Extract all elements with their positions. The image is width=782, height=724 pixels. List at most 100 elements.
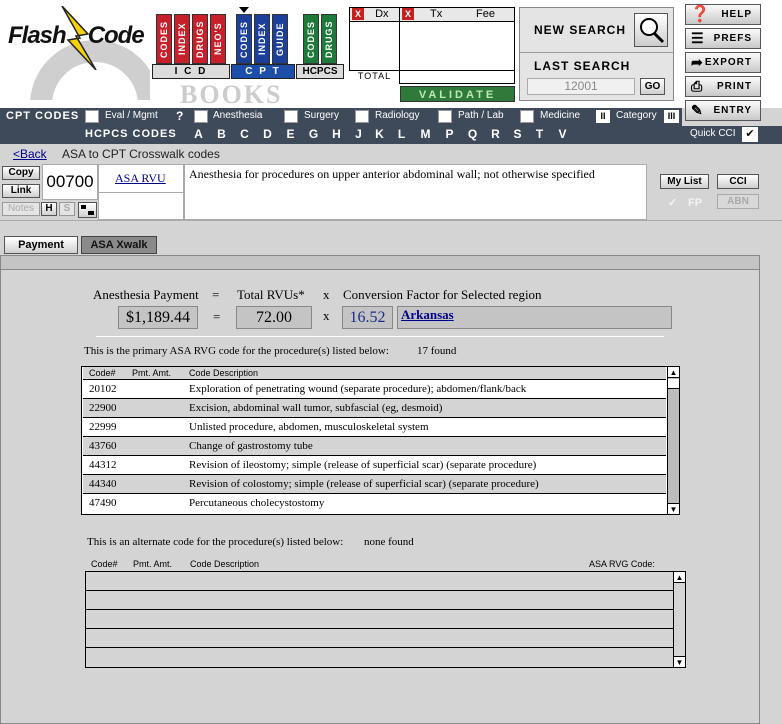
icd-drugs-book[interactable]: DRUGS xyxy=(192,14,208,64)
print-button[interactable]: ⎙ PRINT xyxy=(685,76,761,97)
validate-button[interactable]: VALIDATE xyxy=(400,86,515,102)
code-value: 00700 xyxy=(42,164,98,200)
tx-clear-icon[interactable]: X xyxy=(402,8,414,20)
alternate-caption: This is an alternate code for the proced… xyxy=(87,536,344,548)
copy-button[interactable]: Copy xyxy=(2,166,40,180)
icd-books[interactable]: CODES INDEX DRUGS NEO'S xyxy=(156,14,226,66)
hcpcs-letter-v[interactable]: V xyxy=(554,127,571,142)
prefs-icon: ☰ xyxy=(691,30,705,46)
modifier-button[interactable] xyxy=(78,202,97,218)
modifier-icon xyxy=(81,205,94,215)
hcpcs-letter-b[interactable]: B xyxy=(213,127,230,142)
path-lab-icon[interactable] xyxy=(438,110,452,123)
cpt-radiology[interactable]: Radiology xyxy=(375,110,419,121)
dx-clear-icon[interactable]: X xyxy=(352,8,364,20)
tab-cpt[interactable]: C P T xyxy=(231,64,295,79)
cpt-index-book[interactable]: INDEX xyxy=(254,14,270,64)
cpt-path-lab[interactable]: Path / Lab xyxy=(458,110,504,121)
hcpcs-letter-c[interactable]: C xyxy=(236,127,253,142)
cpt-category[interactable]: Category xyxy=(616,110,657,121)
table-row[interactable]: 44340 Revision of colostomy; simple (rele… xyxy=(83,475,666,494)
tab-asa-xwalk[interactable]: ASA Xwalk xyxy=(81,236,157,254)
hcpcs-letter-k[interactable]: K xyxy=(371,127,388,142)
category-2-icon[interactable]: II xyxy=(596,110,610,123)
new-search-label[interactable]: NEW SEARCH xyxy=(534,23,626,37)
quick-cci-label[interactable]: Quick CCI xyxy=(690,128,736,139)
cpt-medicine[interactable]: Medicine xyxy=(540,110,580,121)
cpt-codes-book[interactable]: CODES xyxy=(236,14,252,64)
hcpcs-letter-j[interactable]: J xyxy=(350,127,367,142)
go-button[interactable]: GO xyxy=(640,78,665,95)
hcpcs-codes-book[interactable]: CODES xyxy=(303,14,319,64)
hcpcs-letter-h[interactable]: H xyxy=(328,127,345,142)
help-button[interactable]: ❓ HELP xyxy=(685,4,761,25)
table-row[interactable]: 43760 Change of gastrostomy tube xyxy=(83,437,666,456)
hcpcs-letter-q[interactable]: Q xyxy=(464,127,481,142)
category-3-icon[interactable]: III xyxy=(664,110,679,123)
region-select[interactable]: Arkansas xyxy=(397,306,672,329)
hcpcs-letter-m[interactable]: M xyxy=(417,127,434,142)
cpt-guide-book[interactable]: GUIDE xyxy=(272,14,288,64)
radiology-icon[interactable] xyxy=(355,110,369,123)
cpt-anesthesia[interactable]: Anesthesia xyxy=(213,110,262,121)
region-link[interactable]: Arkansas xyxy=(401,307,454,322)
help-question-icon[interactable]: ? xyxy=(176,109,183,123)
abn-button[interactable]: ABN xyxy=(717,194,759,209)
tab-icd[interactable]: I C D xyxy=(152,64,230,79)
quick-cci-checkbox[interactable]: ✔ xyxy=(742,127,758,142)
alternate-scrollbar[interactable]: ▲ ▼ xyxy=(673,572,685,667)
asa-rvu-link[interactable]: ASA RVU xyxy=(115,171,166,186)
cpt-eval-mgmt[interactable]: Eval / Mgmt xyxy=(105,110,158,121)
primary-scrollbar[interactable]: ▲ ▼ xyxy=(667,367,679,514)
hcpcs-books[interactable]: CODES DRUGS xyxy=(303,14,339,66)
my-list-button[interactable]: My List xyxy=(660,174,709,189)
empty-row xyxy=(86,591,673,610)
hcpcs-letter-t[interactable]: T xyxy=(531,127,548,142)
cpt-surgery[interactable]: Surgery xyxy=(304,110,339,121)
hcpcs-letter-g[interactable]: G xyxy=(305,127,322,142)
back-link[interactable]: <Back xyxy=(13,147,47,161)
hcpcs-letter-s[interactable]: S xyxy=(509,127,526,142)
h-button[interactable]: H xyxy=(41,202,57,216)
table-row[interactable]: 44312 Revision of ileostomy; simple (rele… xyxy=(83,456,666,475)
hcpcs-letter-a[interactable]: A xyxy=(190,127,207,142)
alt-scroll-up-icon[interactable]: ▲ xyxy=(674,572,685,583)
scroll-down-icon[interactable]: ▼ xyxy=(668,503,679,514)
table-row[interactable]: 20102 Exploration of penetrating wound (s… xyxy=(83,380,666,399)
search-icon xyxy=(640,18,665,44)
entry-button[interactable]: ✎ ENTRY xyxy=(685,100,761,121)
hcpcs-letter-r[interactable]: R xyxy=(487,127,504,142)
eval-mgmt-icon[interactable] xyxy=(85,110,99,123)
icd-neos-book[interactable]: NEO'S xyxy=(210,14,226,64)
dx-box[interactable]: X Dx TOTAL xyxy=(349,7,400,84)
hcpcs-letter-d[interactable]: D xyxy=(259,127,276,142)
table-row[interactable]: 22999 Unlisted procedure, abdomen, muscul… xyxy=(83,418,666,437)
hcpcs-letter-p[interactable]: P xyxy=(441,127,458,142)
s-button[interactable]: S xyxy=(59,202,75,216)
scroll-up-icon[interactable]: ▲ xyxy=(668,367,679,378)
alt-scroll-down-icon[interactable]: ▼ xyxy=(674,656,685,667)
scroll-thumb[interactable] xyxy=(668,379,679,389)
cpt-books[interactable]: CODES INDEX GUIDE xyxy=(236,14,290,66)
tx-fee-box[interactable]: X Tx Fee xyxy=(399,7,515,71)
icd-codes-book[interactable]: CODES xyxy=(156,14,172,64)
medicine-icon[interactable] xyxy=(520,110,534,123)
table-row[interactable]: 22900 Excision, abdominal wall tumor, sub… xyxy=(83,399,666,418)
table-row[interactable]: 47490 Percutaneous cholecystostomy xyxy=(83,494,666,513)
tab-hcpcs[interactable]: HCPCS xyxy=(296,64,344,79)
hcpcs-letter-l[interactable]: L xyxy=(393,127,410,142)
anesthesia-icon[interactable] xyxy=(194,110,208,123)
cci-button[interactable]: CCI xyxy=(717,174,759,189)
search-button[interactable] xyxy=(634,13,668,47)
surgery-icon[interactable] xyxy=(284,110,298,123)
last-search-value[interactable]: 12001 xyxy=(527,78,635,95)
hcpcs-drugs-book[interactable]: DRUGS xyxy=(321,14,337,64)
export-button[interactable]: ➦ EXPORT xyxy=(685,52,761,73)
link-button[interactable]: Link xyxy=(2,184,40,198)
fp-label[interactable]: FP xyxy=(688,197,702,209)
notes-button[interactable]: Notes xyxy=(2,202,40,216)
tab-payment[interactable]: Payment xyxy=(4,236,78,254)
icd-index-book[interactable]: INDEX xyxy=(174,14,190,64)
prefs-button[interactable]: ☰ PREFS xyxy=(685,28,761,49)
hcpcs-letter-e[interactable]: E xyxy=(282,127,299,142)
